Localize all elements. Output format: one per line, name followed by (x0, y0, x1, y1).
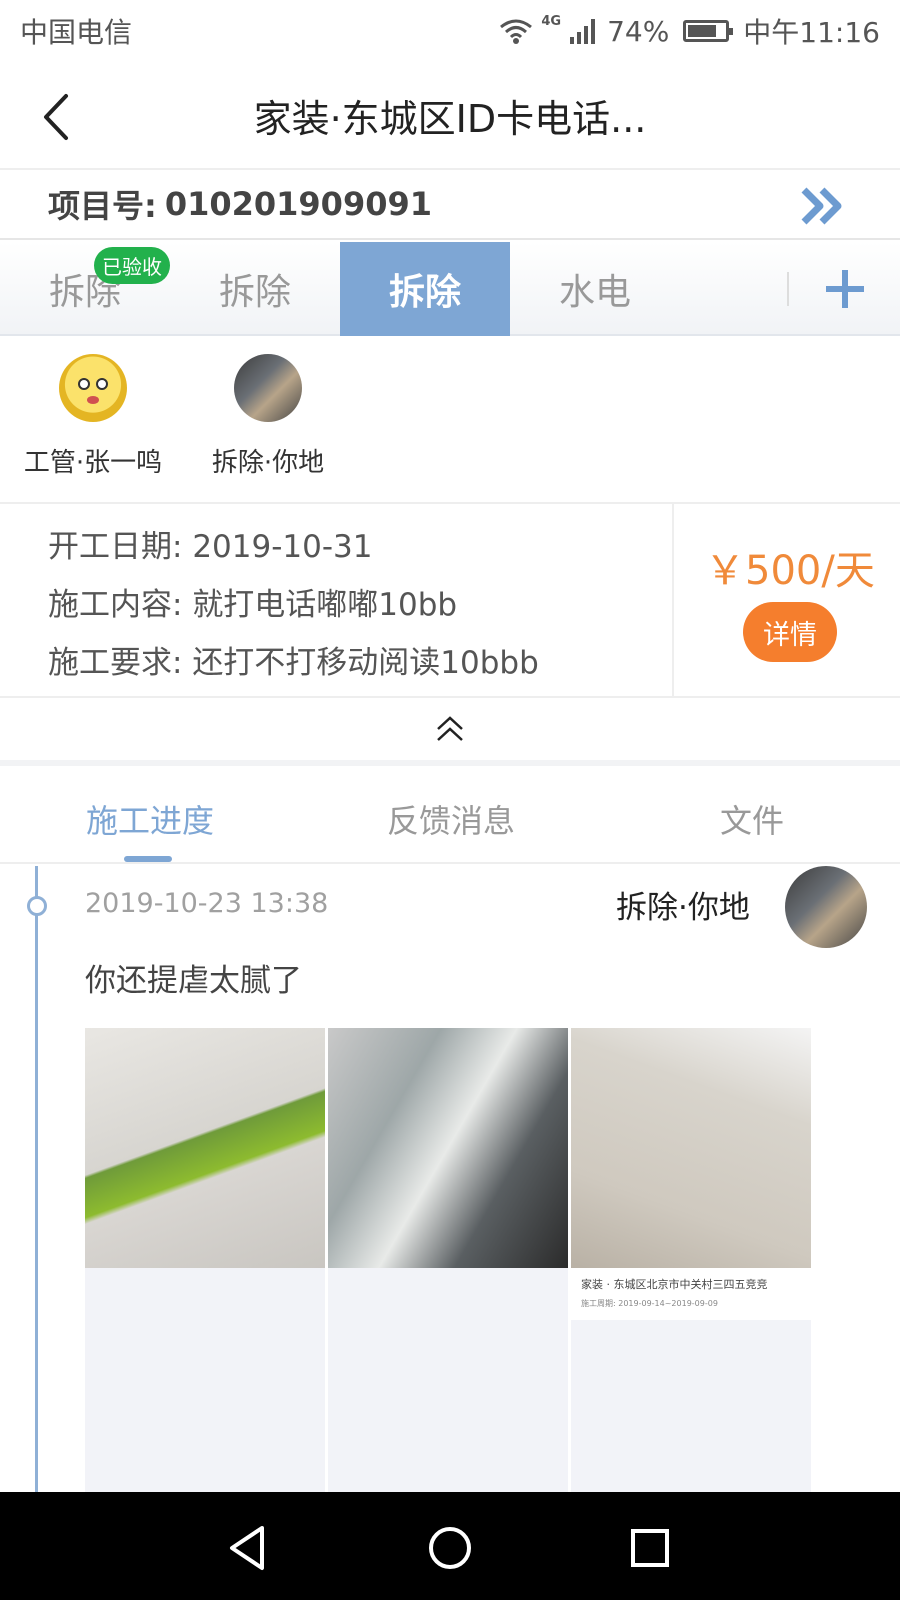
start-date-value: 2019-10-31 (192, 529, 373, 565)
tab-label: 拆除 (218, 272, 291, 313)
collapse-toggle[interactable] (0, 698, 900, 766)
active-tab-indicator (124, 856, 172, 862)
plus-icon[interactable] (820, 264, 870, 314)
requirement-value: 还打不打移动阅读10bbb (192, 645, 539, 681)
photo-thumbnail[interactable] (571, 1028, 811, 1268)
title-bar: 家装·东城区ID卡电话... (0, 62, 900, 170)
tab-progress[interactable]: 施工进度 (86, 796, 214, 842)
caption-location: 家装 · 东城区北京市中关村三四五竞竞 (581, 1278, 768, 1291)
photo-caption: 家装 · 东城区北京市中关村三四五竞竞 施工周期: 2019-09-14~201… (571, 1268, 811, 1320)
signal-icon (570, 19, 596, 44)
entry-timestamp: 2019-10-23 13:38 (85, 888, 329, 919)
caption-period: 施工周期: 2019-09-14~2019-09-09 (581, 1299, 718, 1308)
detail-button[interactable]: 详情 (743, 602, 837, 662)
avatar (59, 354, 127, 422)
navigation-bar (0, 1492, 900, 1600)
tab-feedback[interactable]: 反馈消息 (387, 796, 515, 842)
daily-price: ￥500/天 (705, 548, 875, 594)
project-number-row[interactable]: 项目号: 010201909091 (0, 170, 900, 240)
clock: 中午11:16 (743, 16, 880, 49)
accepted-badge: 已验收 (94, 247, 170, 284)
timeline-line (35, 866, 38, 1492)
double-chevron-up-icon[interactable] (435, 715, 465, 743)
entry-text: 你还提虐太腻了 (85, 963, 302, 999)
photo-item[interactable] (328, 1028, 568, 1492)
member-name: 工管·张一鸣 (23, 448, 163, 478)
photo-item[interactable] (85, 1028, 325, 1492)
network-type: 4G (541, 13, 562, 29)
tab-stage-4[interactable]: 水电 (510, 242, 680, 336)
tab-label: 拆除 (388, 272, 461, 313)
timeline-dot (27, 896, 47, 916)
battery-icon (683, 20, 734, 42)
carrier-name: 中国电信 (20, 16, 133, 49)
member-item[interactable]: 工管·张一鸣 (8, 354, 178, 479)
start-date-label: 开工日期: (48, 529, 183, 565)
wifi-icon (500, 19, 533, 44)
photo-thumbnail[interactable] (85, 1028, 325, 1268)
content-label: 施工内容: (48, 587, 183, 623)
sub-tabs: 施工进度 反馈消息 文件 (0, 772, 900, 864)
tab-stage-1[interactable]: 拆除 已验收 (0, 242, 170, 336)
photo-item[interactable]: 家装 · 东城区北京市中关村三四五竞竞 施工周期: 2019-09-14~201… (571, 1028, 811, 1492)
photo-thumbnail[interactable] (328, 1028, 568, 1268)
start-date-row: 开工日期: 2019-10-31 (48, 518, 539, 576)
tab-label: 水电 (558, 272, 631, 313)
double-chevron-right-icon[interactable] (800, 186, 844, 226)
entry-author: 拆除·你地 (616, 890, 750, 926)
tab-stage-3[interactable]: 拆除 (340, 242, 510, 336)
tab-divider (787, 272, 789, 306)
divider (672, 504, 674, 698)
avatar (234, 354, 302, 422)
recents-square-icon[interactable] (622, 1520, 678, 1576)
members-row: 工管·张一鸣 拆除·你地 (0, 336, 900, 504)
member-name: 拆除·你地 (211, 448, 325, 478)
stage-tabs: 拆除 已验收 拆除 拆除 水电 (0, 242, 900, 336)
avatar[interactable] (785, 866, 867, 948)
photo-grid: 家装 · 东城区北京市中关村三四五竞竞 施工周期: 2019-09-14~201… (85, 1028, 811, 1492)
requirement-label: 施工要求: (48, 645, 183, 681)
project-number-label: 项目号: (48, 187, 157, 225)
home-circle-icon[interactable] (422, 1520, 478, 1576)
requirement-row: 施工要求: 还打不打移动阅读10bbb (48, 634, 539, 692)
back-triangle-icon[interactable] (222, 1520, 278, 1576)
back-arrow-icon[interactable] (38, 92, 78, 142)
tab-files[interactable]: 文件 (720, 796, 784, 842)
project-number: 010201909091 (164, 185, 432, 223)
status-bar: 中国电信 4G 74% 中午11:16 (0, 0, 900, 62)
construction-info: 开工日期: 2019-10-31 施工内容: 就打电话嘟嘟10bb 施工要求: … (0, 504, 900, 698)
content-value: 就打电话嘟嘟10bb (192, 587, 458, 623)
page-title: 家装·东城区ID卡电话... (253, 96, 647, 141)
tab-stage-2[interactable]: 拆除 (170, 242, 340, 336)
status-indicators: 4G 74% 中午11:16 (499, 11, 880, 51)
content-row: 施工内容: 就打电话嘟嘟10bb (48, 576, 539, 634)
member-item[interactable]: 拆除·你地 (183, 354, 353, 479)
battery-percent: 74% (607, 14, 670, 48)
